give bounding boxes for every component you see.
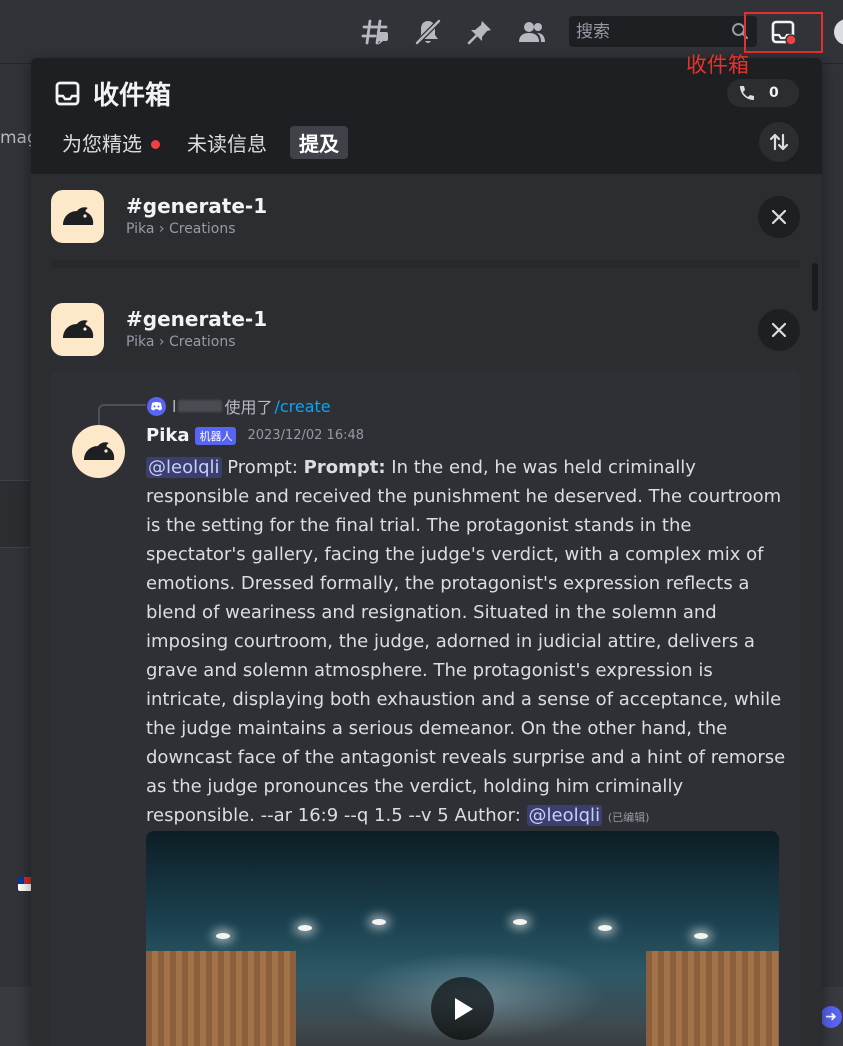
notification-muted-icon[interactable] xyxy=(414,18,442,46)
close-button[interactable] xyxy=(758,309,800,351)
timestamp: 2023/12/02 16:48 xyxy=(247,428,365,443)
inbox-tabs: 为您精选 未读信息 提及 xyxy=(61,126,362,159)
message-card[interactable]: l 使用了 /create Pika 机器人 2023/12/02 16:48 … xyxy=(51,371,800,1046)
help-icon[interactable] xyxy=(834,19,843,45)
courtroom-wall-right xyxy=(646,951,779,1046)
close-icon xyxy=(771,209,787,225)
inbox-item[interactable]: #generate-1 Pika › Creations xyxy=(51,303,800,363)
inbox-panel: 收件箱 0 为您精选 未读信息 提及 #generate-1 Pika › Cr xyxy=(31,58,822,1046)
channel-path: Pika › Creations xyxy=(126,334,236,350)
arrow-right-icon[interactable]: ➜ xyxy=(820,1006,842,1028)
discord-icon xyxy=(147,396,166,416)
ceiling-lamp xyxy=(372,919,386,925)
flag-icon xyxy=(18,877,32,891)
phone-icon xyxy=(740,86,754,100)
ceiling-lamp xyxy=(298,925,312,931)
inbox-item[interactable]: #generate-1 Pika › Creations xyxy=(51,190,800,250)
server-avatar xyxy=(51,303,104,356)
prompt-label: Prompt: xyxy=(227,457,298,478)
ceiling-lamp xyxy=(694,933,708,939)
prompt-bold-label: Prompt: xyxy=(303,457,386,478)
tab-mentions[interactable]: 提及 xyxy=(290,126,348,159)
edited-label: (已编辑) xyxy=(607,811,650,824)
video-embed[interactable] xyxy=(146,831,779,1046)
prompt-text: In the end, he was held criminally respo… xyxy=(146,457,786,826)
tab-label: 提及 xyxy=(299,132,339,156)
search-input[interactable] xyxy=(569,16,729,47)
bot-badge: 机器人 xyxy=(195,426,237,445)
redacted-username xyxy=(178,400,223,412)
scrollbar[interactable] xyxy=(812,263,818,311)
channel-path: Pika › Creations xyxy=(126,221,236,237)
sort-icon xyxy=(769,133,789,151)
play-icon xyxy=(454,997,473,1020)
call-count: 0 xyxy=(769,85,779,101)
tab-for-you[interactable]: 为您精选 xyxy=(61,126,164,159)
pin-icon[interactable] xyxy=(466,18,494,46)
channel-name: #generate-1 xyxy=(126,307,268,331)
search-box[interactable] xyxy=(569,16,757,47)
user-mention[interactable]: @leolqli xyxy=(146,457,222,478)
message-header: Pika 机器人 2023/12/02 16:48 xyxy=(146,425,364,446)
reply-connector xyxy=(98,404,146,426)
inbox-icon xyxy=(771,20,797,46)
channel-name: #generate-1 xyxy=(126,194,268,218)
author-name[interactable]: Pika xyxy=(146,425,189,446)
play-button[interactable] xyxy=(431,977,494,1040)
command-reply[interactable]: l 使用了 /create xyxy=(147,394,331,418)
tab-label: 未读信息 xyxy=(187,132,267,156)
reply-used-text: 使用了 xyxy=(224,398,273,417)
author-mention[interactable]: @leolqli xyxy=(526,805,603,826)
ceiling-lamp xyxy=(513,919,527,925)
close-button[interactable] xyxy=(758,196,800,238)
avatar[interactable] xyxy=(72,425,125,478)
close-icon xyxy=(771,322,787,338)
inbox-icon xyxy=(55,81,81,111)
background-row xyxy=(0,480,30,548)
message-content: @leolqli Prompt: Prompt: In the end, he … xyxy=(146,453,786,832)
unread-dot xyxy=(151,140,160,149)
server-avatar xyxy=(51,190,104,243)
ceiling-lamp xyxy=(216,933,230,939)
reply-username[interactable]: l xyxy=(172,397,176,416)
ceiling-lamp xyxy=(598,925,612,931)
tab-label: 为您精选 xyxy=(62,132,142,156)
tab-unreads[interactable]: 未读信息 xyxy=(178,126,276,159)
members-icon[interactable] xyxy=(518,18,546,46)
inbox-title: 收件箱 xyxy=(93,81,172,111)
threads-icon[interactable] xyxy=(361,18,389,46)
slash-command[interactable]: /create xyxy=(274,397,330,416)
inbox-annotation-label: 收件箱 xyxy=(686,53,749,77)
call-counter[interactable]: 0 xyxy=(727,79,799,107)
sort-button[interactable] xyxy=(759,122,799,162)
courtroom-wall-left xyxy=(146,951,296,1046)
divider xyxy=(51,260,800,268)
inbox-button[interactable] xyxy=(744,12,823,53)
